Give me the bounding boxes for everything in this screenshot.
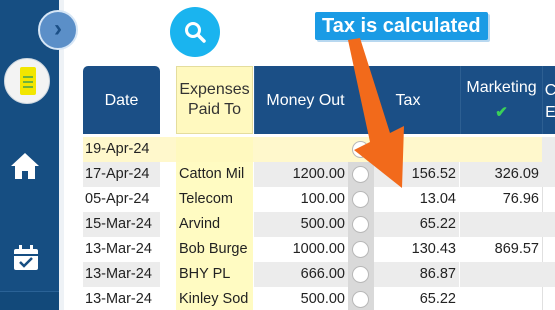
cell-paid-to[interactable]: BHY PL — [176, 262, 253, 287]
cell-tax: 130.43 — [411, 241, 456, 257]
cell-marketing[interactable] — [460, 287, 542, 310]
radio-button[interactable] — [352, 266, 369, 283]
cell-marketing[interactable] — [460, 137, 542, 162]
cell-date: 05-Apr-24 — [85, 191, 150, 207]
cell-next — [542, 137, 555, 162]
cell-date: 17-Apr-24 — [83, 162, 160, 187]
arrow-annotation-icon — [348, 38, 404, 188]
table-row[interactable]: 13-Mar-24 Bob Burge 1000.00 130.43 869.5… — [83, 237, 555, 262]
cell-date: 15-Mar-24 — [83, 212, 160, 237]
cell-tax: 65.22 — [419, 291, 456, 307]
column-header-next[interactable]: C E — [542, 66, 555, 134]
table-row[interactable]: 13-Mar-24 Kinley Sod 500.00 65.22 — [83, 287, 555, 310]
sidebar-footer — [0, 291, 59, 310]
cell-tax-toggle[interactable] — [348, 187, 374, 212]
cell-paid-to[interactable]: Bob Burge — [176, 237, 253, 262]
cell-next — [542, 187, 555, 212]
check-icon: ✔ — [495, 104, 508, 121]
cell-paid-to[interactable]: Arvind — [176, 212, 253, 237]
table-row[interactable]: 15-Mar-24 Arvind 500.00 65.22 — [83, 212, 555, 237]
cell-marketing[interactable] — [460, 212, 542, 237]
cell-next — [542, 287, 555, 310]
cell-tax-toggle[interactable] — [348, 212, 374, 237]
cell-next — [542, 237, 555, 262]
app-logo-icon — [20, 67, 36, 95]
cell-date: 13-Mar-24 — [83, 262, 160, 287]
cell-paid-to[interactable]: Catton Mil — [176, 162, 253, 187]
cell-tax-toggle[interactable] — [348, 287, 374, 310]
table-row[interactable]: 13-Mar-24 BHY PL 666.00 86.87 — [83, 262, 555, 287]
cell-marketing[interactable]: 869.57 — [460, 237, 542, 262]
radio-button[interactable] — [352, 191, 369, 208]
column-header-marketing-label: Marketing — [466, 79, 537, 96]
table-row[interactable]: 19-Apr-24 — [83, 137, 555, 162]
tax-annotation-label: Tax is calculated — [315, 12, 488, 40]
cell-date: 13-Mar-24 — [85, 241, 152, 257]
cell-money-out[interactable]: 100.00 — [254, 187, 348, 212]
column-header-marketing[interactable]: Marketing ✔ — [460, 66, 542, 134]
cell-tax-toggle[interactable] — [348, 262, 374, 287]
table-row[interactable]: 05-Apr-24 Telecom 100.00 13.04 76.96 — [83, 187, 555, 212]
cell-tax: 13.04 — [419, 191, 456, 207]
search-button[interactable] — [170, 7, 220, 57]
cell-next — [542, 212, 555, 237]
radio-button[interactable] — [352, 241, 369, 258]
home-icon[interactable] — [10, 150, 40, 182]
cell-date: 13-Mar-24 — [85, 291, 152, 307]
radio-button[interactable] — [352, 216, 369, 233]
cell-paid-to[interactable]: Telecom — [176, 187, 253, 212]
column-header-date[interactable]: Date — [83, 66, 160, 134]
cell-next — [542, 162, 555, 187]
cell-money-out[interactable]: 666.00 — [254, 262, 348, 287]
radio-button[interactable] — [352, 291, 369, 308]
cell-paid-to[interactable]: Kinley Sod — [176, 287, 253, 310]
calendar-check-icon[interactable] — [12, 243, 40, 273]
cell-money-out[interactable]: 500.00 — [254, 212, 348, 237]
cell-marketing[interactable] — [460, 262, 542, 287]
cell-date: 19-Apr-24 — [85, 141, 150, 157]
cell-next — [542, 262, 555, 287]
app-logo[interactable] — [4, 58, 50, 104]
chevron-right-icon[interactable]: › — [38, 10, 78, 50]
table-row[interactable]: 17-Apr-24 Catton Mil 1200.00 156.52 326.… — [83, 162, 555, 187]
search-icon — [185, 22, 206, 43]
cell-marketing[interactable]: 326.09 — [460, 162, 542, 187]
cell-money-out[interactable]: 500.00 — [254, 287, 348, 310]
cell-marketing[interactable]: 76.96 — [460, 187, 542, 212]
cell-tax: 86.87 — [374, 262, 459, 287]
cell-paid-to[interactable] — [176, 137, 253, 162]
column-header-expenses-paid-to[interactable]: Expenses Paid To — [176, 66, 253, 134]
cell-tax: 65.22 — [374, 212, 459, 237]
cell-money-out[interactable]: 1000.00 — [254, 237, 348, 262]
cell-tax-toggle[interactable] — [348, 237, 374, 262]
